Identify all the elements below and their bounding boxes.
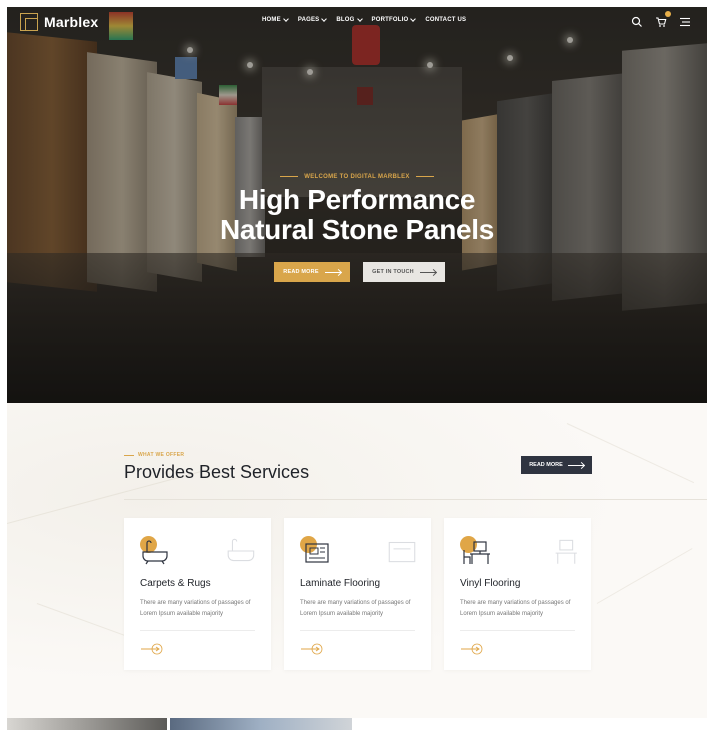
section-tag: WHAT WE OFFER — [124, 452, 184, 458]
arrow-right-icon[interactable] — [300, 642, 324, 655]
chevron-down-icon — [321, 16, 328, 22]
menu-item-label: PAGES — [297, 17, 320, 23]
hero-subtitle: WELCOME TO DIGITAL MARBLEX — [7, 174, 707, 180]
hero-subtitle-text: WELCOME TO DIGITAL MARBLEX — [304, 174, 410, 180]
button-label: GET IN TOUCH — [372, 269, 414, 275]
chevron-down-icon — [282, 16, 289, 22]
menu-item-blog[interactable]: BLOG — [336, 16, 363, 23]
arrow-right-icon — [567, 464, 584, 466]
decor-line — [280, 175, 299, 177]
section-divider — [124, 499, 707, 500]
gallery-image — [7, 718, 167, 730]
menu-item-pages[interactable]: PAGES — [297, 16, 328, 23]
service-card: Carpets & Rugs There are many variations… — [124, 518, 271, 670]
decor-line — [124, 454, 134, 456]
main-menu: HOME PAGES BLOG PORTFOLIO CONTACT US — [262, 16, 466, 23]
card-title: Carpets & Rugs — [140, 578, 211, 589]
laminate-icon — [385, 534, 419, 568]
card-text: There are many variations of passages of… — [140, 600, 251, 617]
section-tag-text: WHAT WE OFFER — [138, 452, 185, 458]
hero-section: Marblex HOME PAGES BLOG PORTFOLIO CONTAC… — [7, 7, 707, 403]
chevron-down-icon — [410, 16, 417, 22]
menu-item-label: BLOG — [336, 17, 355, 23]
section-title: Provides Best Services — [124, 462, 310, 482]
cart-icon[interactable] — [655, 11, 671, 27]
arrow-right-icon[interactable] — [460, 642, 484, 655]
gallery-image — [170, 718, 352, 730]
nav-icons — [631, 11, 691, 27]
service-card: Laminate Flooring There are many variati… — [284, 518, 431, 670]
menu-item-home[interactable]: HOME — [262, 16, 289, 23]
get-in-touch-button[interactable]: GET IN TOUCH — [363, 262, 445, 282]
arrow-right-icon — [419, 271, 436, 273]
marble-vein — [596, 548, 693, 604]
menu-item-label: PORTFOLIO — [371, 17, 409, 23]
decor-line — [415, 175, 434, 177]
menu-item-portfolio[interactable]: PORTFOLIO — [371, 16, 417, 23]
page-frame: Marblex HOME PAGES BLOG PORTFOLIO CONTAC… — [7, 7, 707, 730]
read-more-button[interactable]: READ MORE — [274, 262, 350, 282]
button-label: READ MORE — [529, 462, 563, 468]
card-divider — [140, 630, 255, 631]
button-label: READ MORE — [283, 269, 319, 275]
hero-title: High Performance Natural Stone Panels — [7, 185, 707, 245]
arrow-right-icon[interactable] — [140, 642, 164, 655]
card-divider — [300, 630, 415, 631]
hero-title-line1: High Performance — [238, 184, 476, 215]
gallery-strip — [7, 718, 707, 730]
card-text: There are many variations of passages of… — [300, 600, 411, 617]
search-icon[interactable] — [631, 15, 643, 27]
service-card: Vinyl Flooring There are many variations… — [444, 518, 591, 670]
bathtub-icon — [140, 536, 172, 568]
menu-item-label: CONTACT US — [425, 17, 467, 23]
chevron-down-icon — [356, 16, 363, 22]
workspace-icon — [460, 536, 492, 568]
workspace-icon — [545, 534, 579, 568]
card-title: Laminate Flooring — [300, 578, 381, 589]
card-text: There are many variations of passages of… — [460, 600, 571, 617]
services-read-more-button[interactable]: READ MORE — [521, 456, 592, 474]
card-title: Vinyl Flooring — [460, 578, 521, 589]
hamburger-menu-icon[interactable] — [679, 15, 691, 27]
menu-item-contact-us[interactable]: CONTACT US — [425, 17, 466, 23]
cart-badge — [665, 11, 671, 17]
card-divider — [460, 630, 575, 631]
services-section: WHAT WE OFFER Provides Best Services REA… — [7, 403, 707, 717]
marble-vein — [566, 423, 695, 484]
menu-item-label: HOME — [262, 17, 281, 23]
hero-title-line2: Natural Stone Panels — [219, 214, 495, 245]
logo[interactable]: Marblex — [20, 13, 98, 31]
arrow-right-icon — [324, 271, 341, 273]
top-navigation: Marblex HOME PAGES BLOG PORTFOLIO CONTAC… — [7, 7, 707, 37]
laminate-icon — [300, 536, 332, 568]
logo-icon — [20, 13, 38, 31]
bathtub-icon — [225, 534, 259, 568]
logo-text: Marblex — [44, 14, 99, 30]
